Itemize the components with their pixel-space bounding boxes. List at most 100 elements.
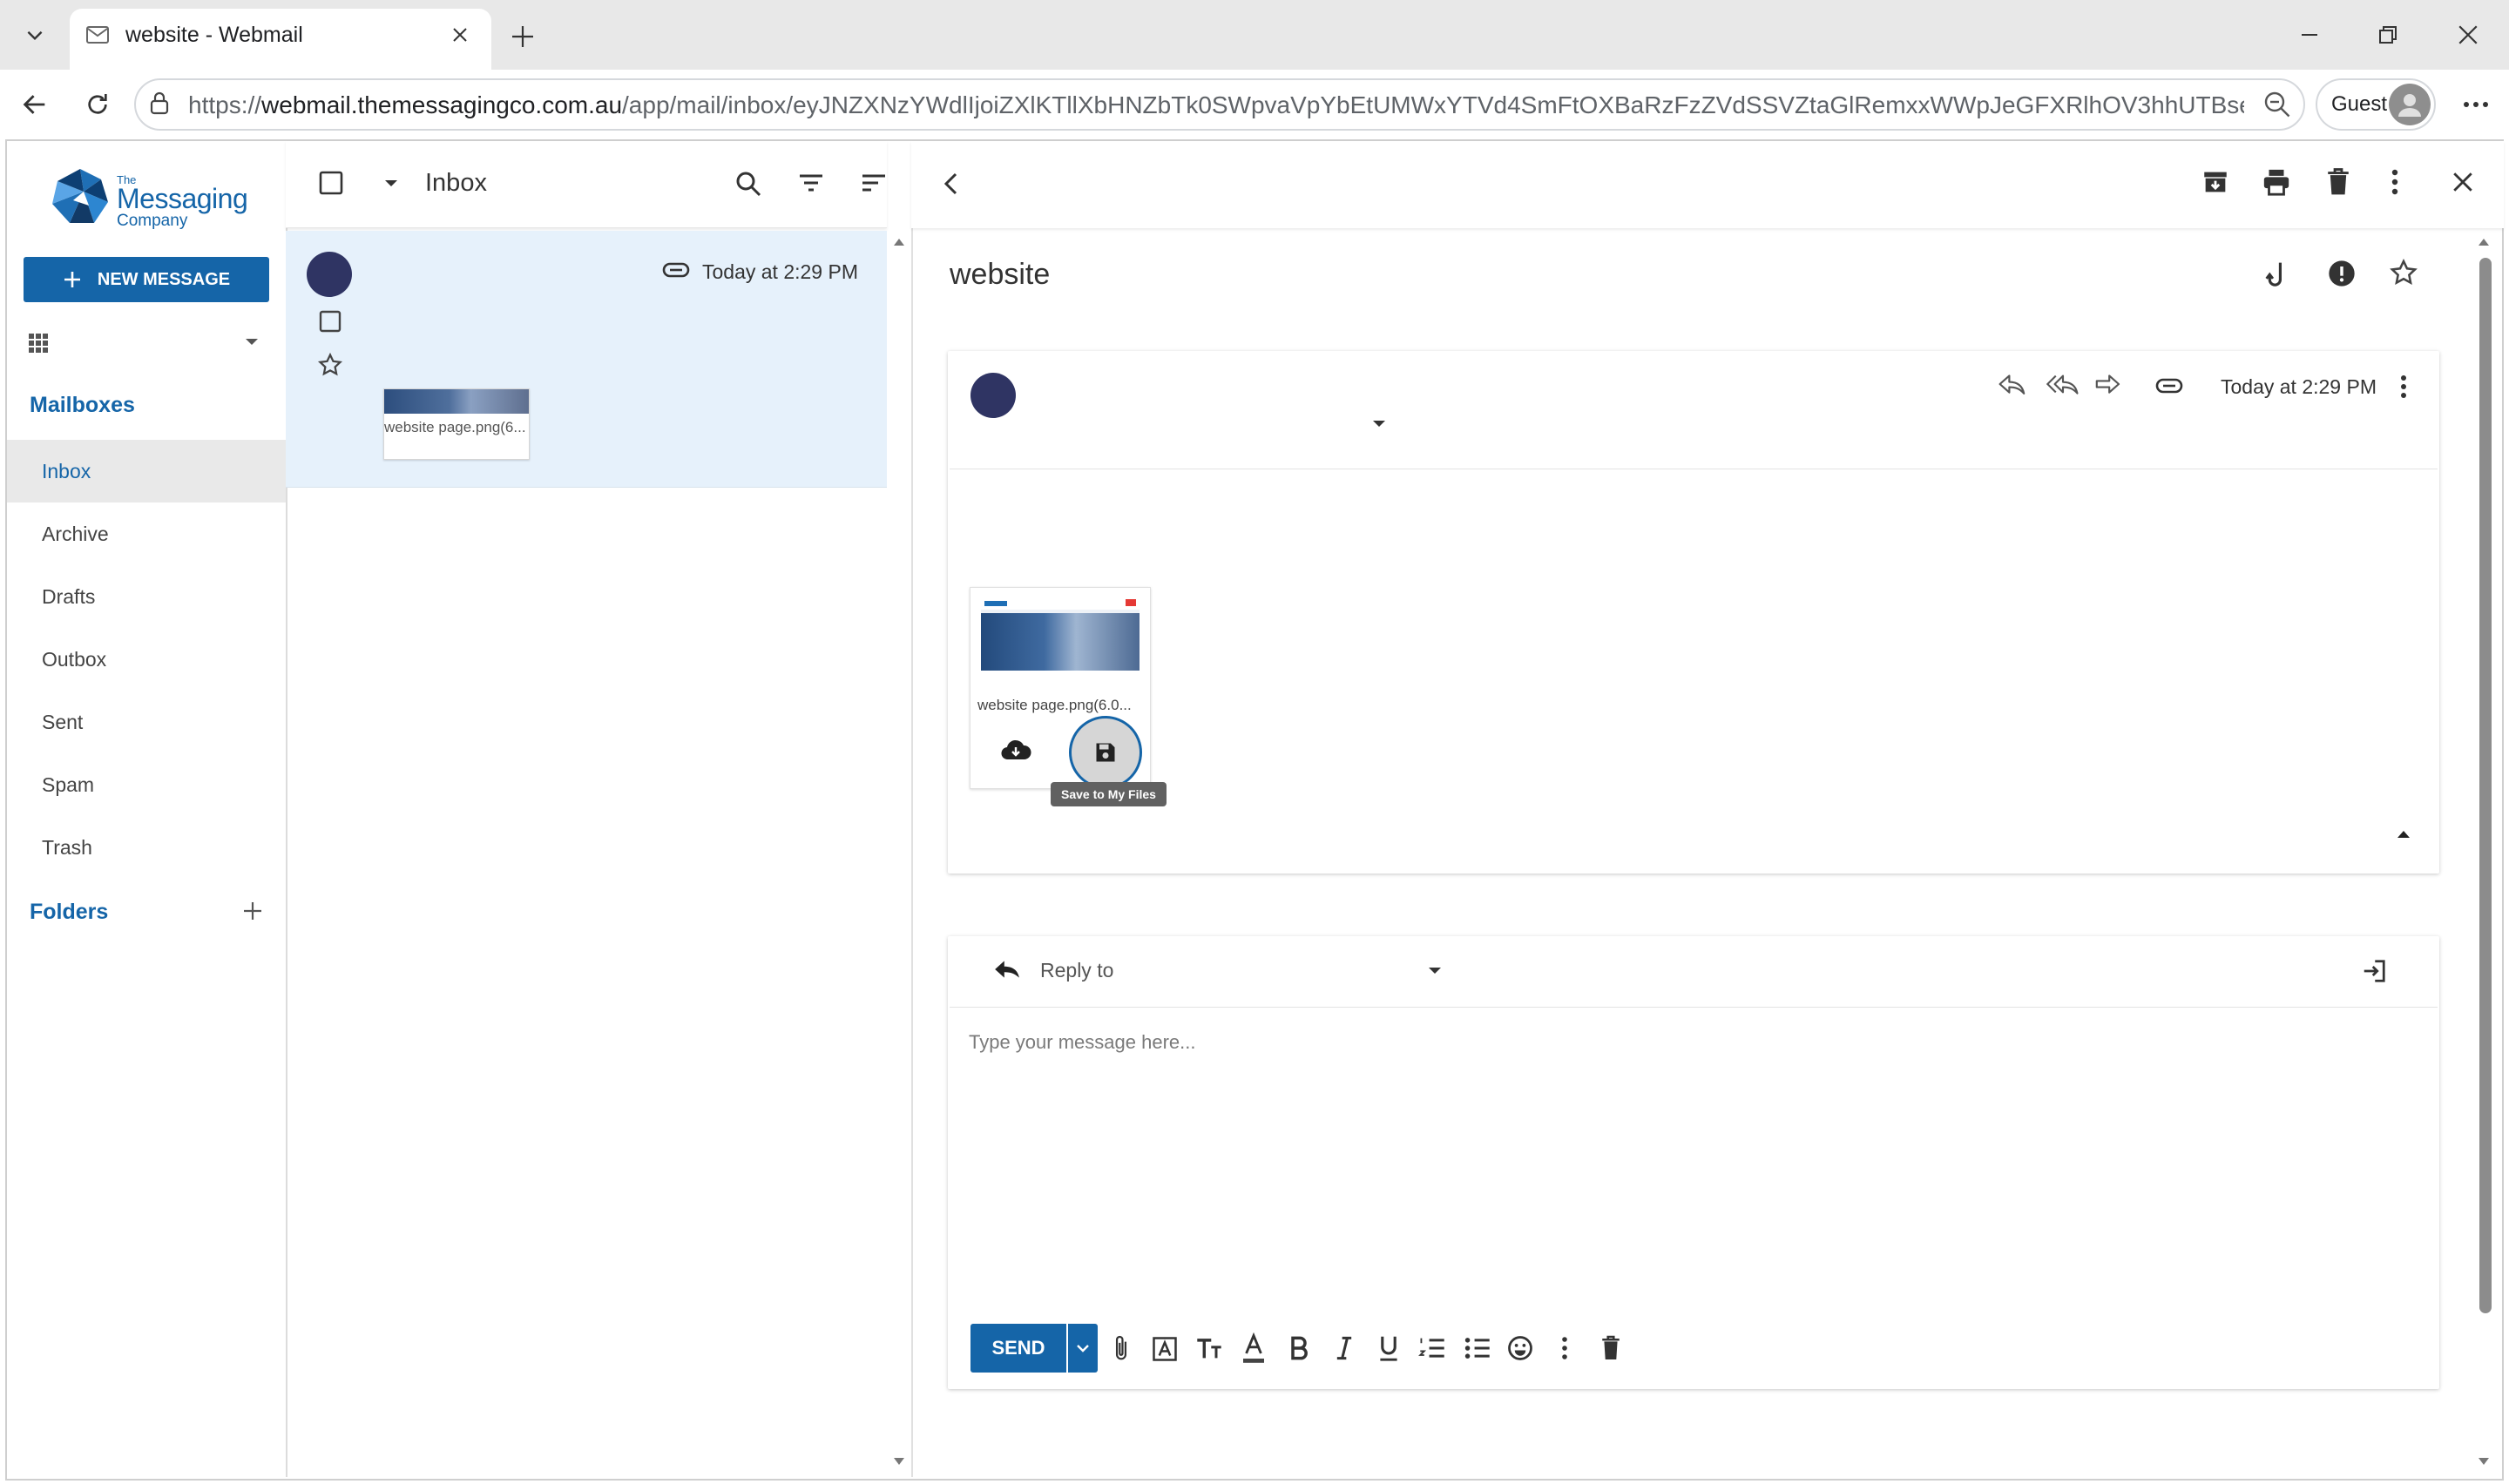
download-cloud-icon[interactable] <box>1000 739 1031 763</box>
sidebar-item-spam[interactable]: Spam <box>7 753 286 816</box>
sidebar-item-label: Archive <box>42 522 109 545</box>
search-icon[interactable] <box>734 170 762 198</box>
back-chevron-icon[interactable] <box>941 171 962 197</box>
browser-menu-icon[interactable] <box>2455 84 2497 125</box>
italic-icon[interactable] <box>1335 1336 1354 1360</box>
restore-window-icon[interactable] <box>2366 17 2410 52</box>
flag-star-icon[interactable] <box>2389 258 2418 287</box>
message-select-checkbox[interactable] <box>319 310 342 333</box>
delete-trash-icon[interactable] <box>2324 167 2352 197</box>
bold-icon[interactable] <box>1289 1336 1309 1360</box>
reply-icon[interactable] <box>1997 371 2028 397</box>
composer-more-icon[interactable] <box>1561 1336 1568 1360</box>
message-more-vertical-icon[interactable] <box>2399 374 2408 399</box>
reply-mode-caret-icon[interactable] <box>1427 965 1443 975</box>
discard-draft-trash-icon[interactable] <box>1599 1334 1622 1362</box>
url-text[interactable]: https://webmail.themessagingco.com.au/ap… <box>188 91 2244 119</box>
mailboxes-heading[interactable]: Mailboxes <box>30 393 135 418</box>
text-color-icon[interactable] <box>1241 1332 1267 1364</box>
plus-icon <box>64 272 80 287</box>
list-scroll-up-arrow[interactable] <box>893 237 905 247</box>
hook-icon[interactable] <box>2265 260 2291 289</box>
reader-scroll-up-arrow[interactable] <box>2478 237 2490 247</box>
reply-body-input[interactable]: Type your message here... <box>969 1031 2415 1292</box>
attachment-name: website page.png(6... <box>384 419 526 435</box>
reply-all-icon[interactable] <box>2046 371 2080 397</box>
company-wordmark: The Messaging Company <box>117 174 248 230</box>
save-to-my-files-button[interactable] <box>1069 716 1142 789</box>
new-tab-icon[interactable] <box>504 17 542 56</box>
message-subject: website <box>950 258 1051 291</box>
sidebar-item-drafts[interactable]: Drafts <box>7 565 286 628</box>
reader-scrollbar-thumb[interactable] <box>2479 258 2492 1313</box>
attachment-thumbnail[interactable]: website page.png(6... <box>383 388 530 460</box>
message-time: Today at 2:29 PM <box>702 260 858 283</box>
tab-search-chevron-icon[interactable] <box>17 17 52 52</box>
sort-icon[interactable] <box>861 171 887 195</box>
send-button[interactable]: SEND <box>970 1324 1066 1373</box>
reader-sender-avatar <box>970 373 1016 418</box>
select-all-checkbox[interactable] <box>319 171 343 195</box>
close-window-icon[interactable] <box>2446 17 2490 52</box>
emoji-icon[interactable] <box>1507 1335 1533 1361</box>
attachment-tile-name: website page.png(6.0... <box>977 697 1132 713</box>
apps-dropdown-caret-icon[interactable] <box>244 336 260 347</box>
message-attachment-link-icon <box>2155 377 2183 395</box>
back-arrow-icon[interactable] <box>14 84 56 125</box>
select-dropdown-caret-icon[interactable] <box>383 178 399 188</box>
numbered-list-icon[interactable] <box>1418 1336 1446 1360</box>
star-icon[interactable] <box>317 352 343 378</box>
brand-line-3: Company <box>117 212 188 230</box>
important-alert-icon[interactable] <box>2328 260 2356 287</box>
attachment-preview-image <box>384 389 529 414</box>
sidebar-item-label: Outbox <box>42 647 107 671</box>
list-title: Inbox <box>425 169 487 197</box>
font-size-icon[interactable] <box>1195 1336 1223 1360</box>
sidebar-item-outbox[interactable]: Outbox <box>7 628 286 691</box>
reader-message-time: Today at 2:29 PM <box>2221 375 2377 398</box>
forward-icon[interactable] <box>2093 371 2124 397</box>
collapse-message-caret-icon[interactable] <box>2396 829 2411 840</box>
zoom-magnifier-icon[interactable] <box>2262 89 2293 120</box>
list-scroll-down-arrow[interactable] <box>893 1456 905 1467</box>
company-logo <box>49 165 112 228</box>
apps-grid-icon[interactable] <box>28 333 49 354</box>
reader-scroll-down-arrow[interactable] <box>2478 1456 2490 1467</box>
sidebar-item-label: Sent <box>42 710 84 733</box>
underline-icon[interactable] <box>1378 1334 1399 1362</box>
popout-composer-icon[interactable] <box>2361 958 2387 984</box>
archive-icon[interactable] <box>2201 167 2230 197</box>
attach-paperclip-icon[interactable] <box>1112 1334 1131 1362</box>
print-icon[interactable] <box>2262 167 2291 197</box>
profile-label: Guest <box>2331 92 2388 116</box>
list-toolbar <box>286 141 887 228</box>
sidebar-item-trash[interactable]: Trash <box>7 816 286 879</box>
minimize-window-icon[interactable] <box>2288 17 2331 52</box>
add-folder-plus-icon[interactable] <box>242 901 263 921</box>
site-info-lock-icon[interactable] <box>148 91 171 117</box>
brand-line-2: Messaging <box>117 183 248 214</box>
mail-envelope-icon <box>85 24 110 45</box>
sidebar-item-archive[interactable]: Archive <box>7 503 286 565</box>
reload-icon[interactable] <box>77 84 118 125</box>
save-to-my-files-tooltip: Save to My Files <box>1051 782 1167 806</box>
chevron-down-icon <box>1077 1345 1089 1352</box>
attachment-tile-preview-image <box>981 597 1140 688</box>
more-vertical-icon[interactable] <box>2391 169 2399 195</box>
folders-heading[interactable]: Folders <box>30 900 108 925</box>
recipients-expand-caret-icon[interactable] <box>1371 418 1387 428</box>
sidebar-item-label: Drafts <box>42 584 96 608</box>
text-box-icon[interactable] <box>1152 1336 1178 1362</box>
filter-icon[interactable] <box>798 171 824 195</box>
send-options-button[interactable] <box>1068 1324 1098 1373</box>
new-message-button[interactable]: NEW MESSAGE <box>24 257 269 302</box>
bullet-list-icon[interactable] <box>1464 1336 1491 1360</box>
sidebar-item-inbox[interactable]: Inbox <box>7 440 286 503</box>
close-reader-icon[interactable] <box>2452 171 2474 193</box>
tab-close-icon[interactable] <box>444 19 476 51</box>
profile-avatar-icon <box>2389 84 2431 125</box>
sidebar-item-sent[interactable]: Sent <box>7 691 286 753</box>
reply-mode-label[interactable]: Reply to <box>1040 959 1113 982</box>
sidebar-item-label: Spam <box>42 772 95 796</box>
reply-header-divider <box>950 1007 2438 1008</box>
